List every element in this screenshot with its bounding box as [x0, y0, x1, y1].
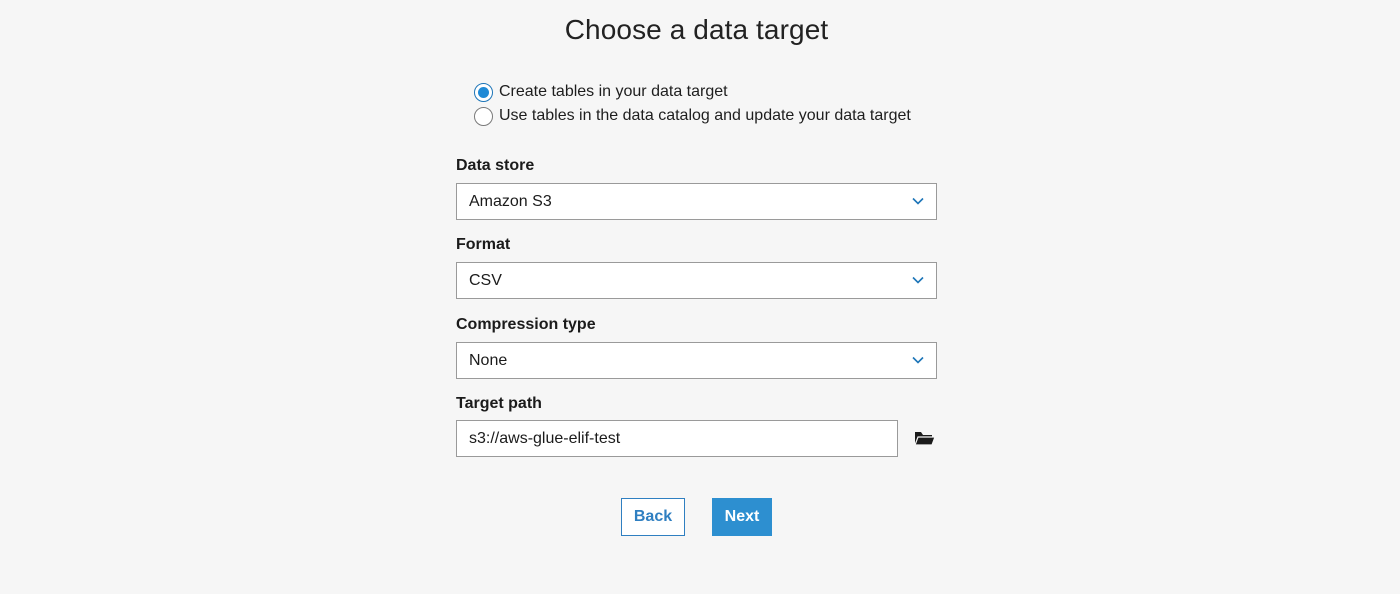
- option-create-tables-label: Create tables in your data target: [499, 83, 728, 100]
- back-button[interactable]: Back: [621, 498, 685, 536]
- data-store-value: Amazon S3: [469, 192, 552, 210]
- next-button[interactable]: Next: [712, 498, 772, 536]
- data-store-select[interactable]: Amazon S3: [456, 183, 937, 220]
- chevron-down-icon: [912, 356, 924, 364]
- radio-create-tables[interactable]: [474, 82, 493, 102]
- chevron-down-icon: [912, 197, 924, 205]
- choose-data-target-page: Choose a data target Create tables in yo…: [0, 0, 1400, 594]
- format-value: CSV: [469, 271, 502, 289]
- format-select[interactable]: CSV: [456, 262, 937, 299]
- target-path-input[interactable]: [456, 420, 898, 457]
- page-title: Choose a data target: [564, 14, 829, 45]
- folder-open-icon[interactable]: [914, 428, 936, 448]
- compression-type-select[interactable]: None: [456, 342, 937, 379]
- radio-use-catalog-tables[interactable]: [474, 106, 493, 126]
- data-store-label: Data store: [456, 157, 535, 174]
- option-create-tables[interactable]: Create tables in your data target: [474, 80, 911, 104]
- option-use-catalog-tables[interactable]: Use tables in the data catalog and updat…: [474, 104, 911, 128]
- target-option-group: Create tables in your data target Use ta…: [474, 80, 911, 128]
- compression-type-label: Compression type: [456, 316, 596, 333]
- chevron-down-icon: [912, 276, 924, 284]
- target-path-label: Target path: [456, 395, 542, 412]
- option-use-catalog-tables-label: Use tables in the data catalog and updat…: [499, 107, 911, 124]
- format-label: Format: [456, 236, 511, 253]
- compression-type-value: None: [469, 351, 508, 369]
